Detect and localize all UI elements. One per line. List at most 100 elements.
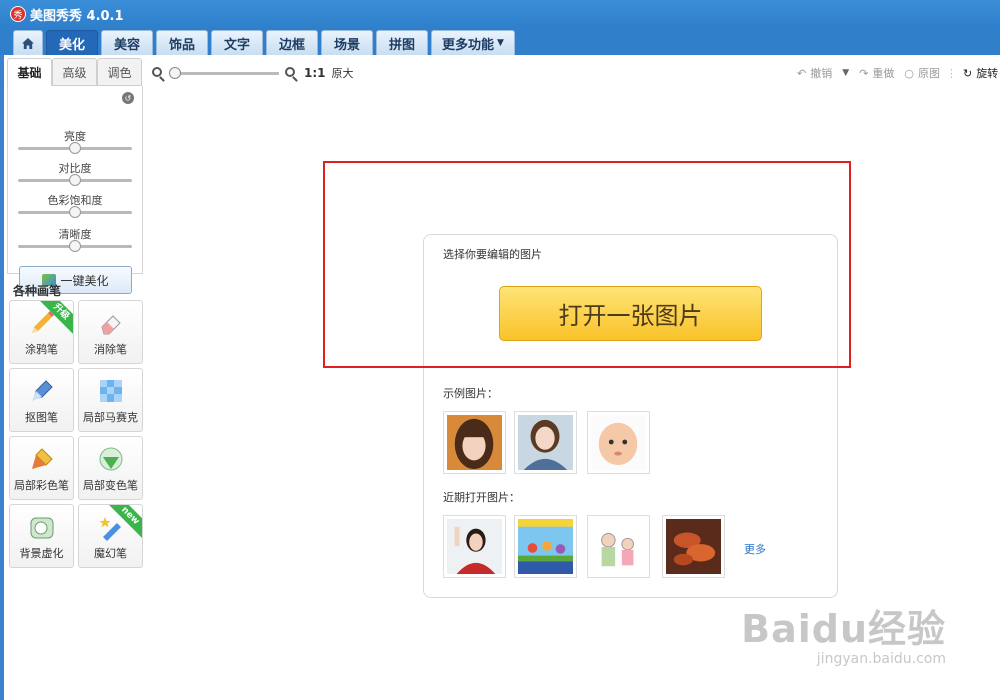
recent-thumbnail[interactable] <box>514 515 577 578</box>
zoom-toolbar: 1:1 原大 <box>152 64 354 82</box>
blur-icon <box>30 517 53 539</box>
zoom-slider[interactable] <box>169 66 279 79</box>
sample-thumbnail[interactable] <box>514 411 577 474</box>
brush-grid: 升级 涂鸦笔 消除笔 抠图笔 局部马赛克 局部彩色笔 局部变色笔 背景虚化 ne… <box>9 300 143 568</box>
tab-beautify[interactable]: 美化 <box>46 30 98 55</box>
watermark-sub-text: jingyan.baidu.com <box>816 651 946 667</box>
undo-button[interactable]: 撤销 <box>810 65 832 81</box>
original-size-button[interactable]: 原大 <box>332 65 354 81</box>
brush-label: 局部变色笔 <box>83 479 138 492</box>
baidu-watermark: Baidu经验 jingyan.baidu.com <box>741 598 946 667</box>
mosaic-icon <box>99 380 122 402</box>
slider-knob[interactable] <box>69 174 81 186</box>
brush-label: 局部彩色笔 <box>14 479 69 492</box>
brush-cutout[interactable]: 抠图笔 <box>9 368 74 432</box>
subtab-advanced[interactable]: 高级 <box>52 58 97 86</box>
saturation-slider: 色彩饱和度 <box>18 192 132 218</box>
brush-doodle[interactable]: 升级 涂鸦笔 <box>9 300 74 364</box>
annotation-highlight-box <box>323 161 851 368</box>
brush-label: 局部马赛克 <box>83 411 138 424</box>
left-window-edge <box>0 55 4 700</box>
one-key-label: 一键美化 <box>60 273 109 288</box>
adjust-panel: ↺ 亮度 对比度 色彩饱和度 清晰度 一键美化 <box>7 86 143 294</box>
chevron-down-icon: ▼ <box>497 38 504 48</box>
subtab-color[interactable]: 调色 <box>97 58 142 86</box>
original-button[interactable]: 原图 <box>918 65 940 81</box>
tab-beauty[interactable]: 美容 <box>101 30 153 55</box>
recent-thumbnail[interactable] <box>587 515 650 578</box>
brush-recolor[interactable]: 局部变色笔 <box>78 436 143 500</box>
redo-icon: ↷ <box>859 66 869 80</box>
brush-color[interactable]: 局部彩色笔 <box>9 436 74 500</box>
zoom-ratio-button[interactable]: 1:1 <box>304 66 326 80</box>
brush-label: 抠图笔 <box>25 411 58 424</box>
brush-magic[interactable]: new 魔幻笔 <box>78 504 143 568</box>
slider-knob[interactable] <box>69 142 81 154</box>
zoom-out-icon[interactable] <box>152 66 165 82</box>
watermark-main-text: Baidu经验 <box>741 607 946 651</box>
recent-photo-girl-waving <box>447 519 502 574</box>
recent-thumbnail[interactable] <box>662 515 725 578</box>
sample-thumbnail[interactable] <box>443 411 506 474</box>
tab-collage[interactable]: 拼图 <box>376 30 428 55</box>
contrast-slider: 对比度 <box>18 160 132 186</box>
sample-images-label: 示例图片： <box>443 387 498 400</box>
brush-label: 涂鸦笔 <box>25 343 58 356</box>
eraser-icon <box>100 315 121 335</box>
brush-blur[interactable]: 背景虚化 <box>9 504 74 568</box>
slider-track[interactable] <box>18 206 132 218</box>
slider-knob[interactable] <box>69 206 81 218</box>
cutout-pen-icon <box>31 380 53 401</box>
app-logo: 秀 <box>10 6 26 22</box>
app-title: 美图秀秀 4.0.1 <box>30 8 124 24</box>
tab-accessories[interactable]: 饰品 <box>156 30 208 55</box>
home-tab[interactable] <box>13 30 43 55</box>
brush-eraser[interactable]: 消除笔 <box>78 300 143 364</box>
sample-photo-girl-bangs <box>447 415 502 470</box>
tab-frame[interactable]: 边框 <box>266 30 318 55</box>
slider-track[interactable] <box>18 142 132 154</box>
brush-label: 消除笔 <box>94 343 127 356</box>
recolor-brush-icon <box>99 447 122 471</box>
recent-photo-crayfish-dish <box>666 519 721 574</box>
rotate-button[interactable]: 旋转 <box>976 65 998 81</box>
zoom-in-icon[interactable] <box>285 66 298 82</box>
color-brush-icon <box>31 448 53 469</box>
reset-icon[interactable]: ↺ <box>122 92 134 104</box>
home-icon <box>22 37 34 49</box>
redo-button[interactable]: 重做 <box>872 65 894 81</box>
tab-scene[interactable]: 场景 <box>321 30 373 55</box>
rotate-icon: ↻ <box>962 66 973 80</box>
brush-mosaic[interactable]: 局部马赛克 <box>78 368 143 432</box>
subtab-basic[interactable]: 基础 <box>7 58 52 86</box>
brightness-slider: 亮度 <box>18 128 132 154</box>
tab-more-features[interactable]: 更多功能 ▼ <box>431 30 515 55</box>
brush-label: 背景虚化 <box>19 547 64 560</box>
main-tab-bar: 美化 美容 饰品 文字 边框 场景 拼图 更多功能 ▼ <box>0 28 1000 55</box>
slider-track[interactable] <box>18 174 132 186</box>
divider: ⋮ <box>945 66 957 80</box>
slider-knob[interactable] <box>69 240 81 252</box>
recent-photo-cartoon-mother-child <box>591 519 646 574</box>
recent-photo-cartoon-scene <box>518 519 573 574</box>
more-images-link[interactable]: 更多 <box>744 541 766 557</box>
adjust-subtabs: 基础 高级 调色 <box>7 58 143 86</box>
slider-track[interactable] <box>18 240 132 252</box>
undo-dropdown-icon[interactable]: ▼ <box>842 68 849 78</box>
title-bar: 秀 美图秀秀 4.0.1 <box>0 0 1000 28</box>
sample-photo-woman-denim <box>518 415 573 470</box>
sample-photo-baby <box>591 415 646 470</box>
recent-thumbnail[interactable] <box>443 515 506 578</box>
tab-more-label: 更多功能 <box>442 37 495 53</box>
zoom-knob[interactable] <box>169 66 181 79</box>
sample-thumbnail[interactable] <box>587 411 650 474</box>
undo-icon: ↶ <box>797 66 807 80</box>
tab-text[interactable]: 文字 <box>211 30 263 55</box>
brush-label: 魔幻笔 <box>94 547 127 560</box>
brush-section-title: 各种画笔 <box>13 284 62 298</box>
left-panel: 基础 高级 调色 ↺ 亮度 对比度 色彩饱和度 清晰度 一键美化 <box>7 58 143 294</box>
recent-images-label: 近期打开图片： <box>443 491 520 504</box>
edit-tools: ↶ 撤销 ▼ ↷ 重做 ○ 原图 ⋮ ↻ 旋转 <box>797 65 998 81</box>
original-icon: ○ <box>904 66 914 80</box>
sharpness-slider: 清晰度 <box>18 226 132 252</box>
